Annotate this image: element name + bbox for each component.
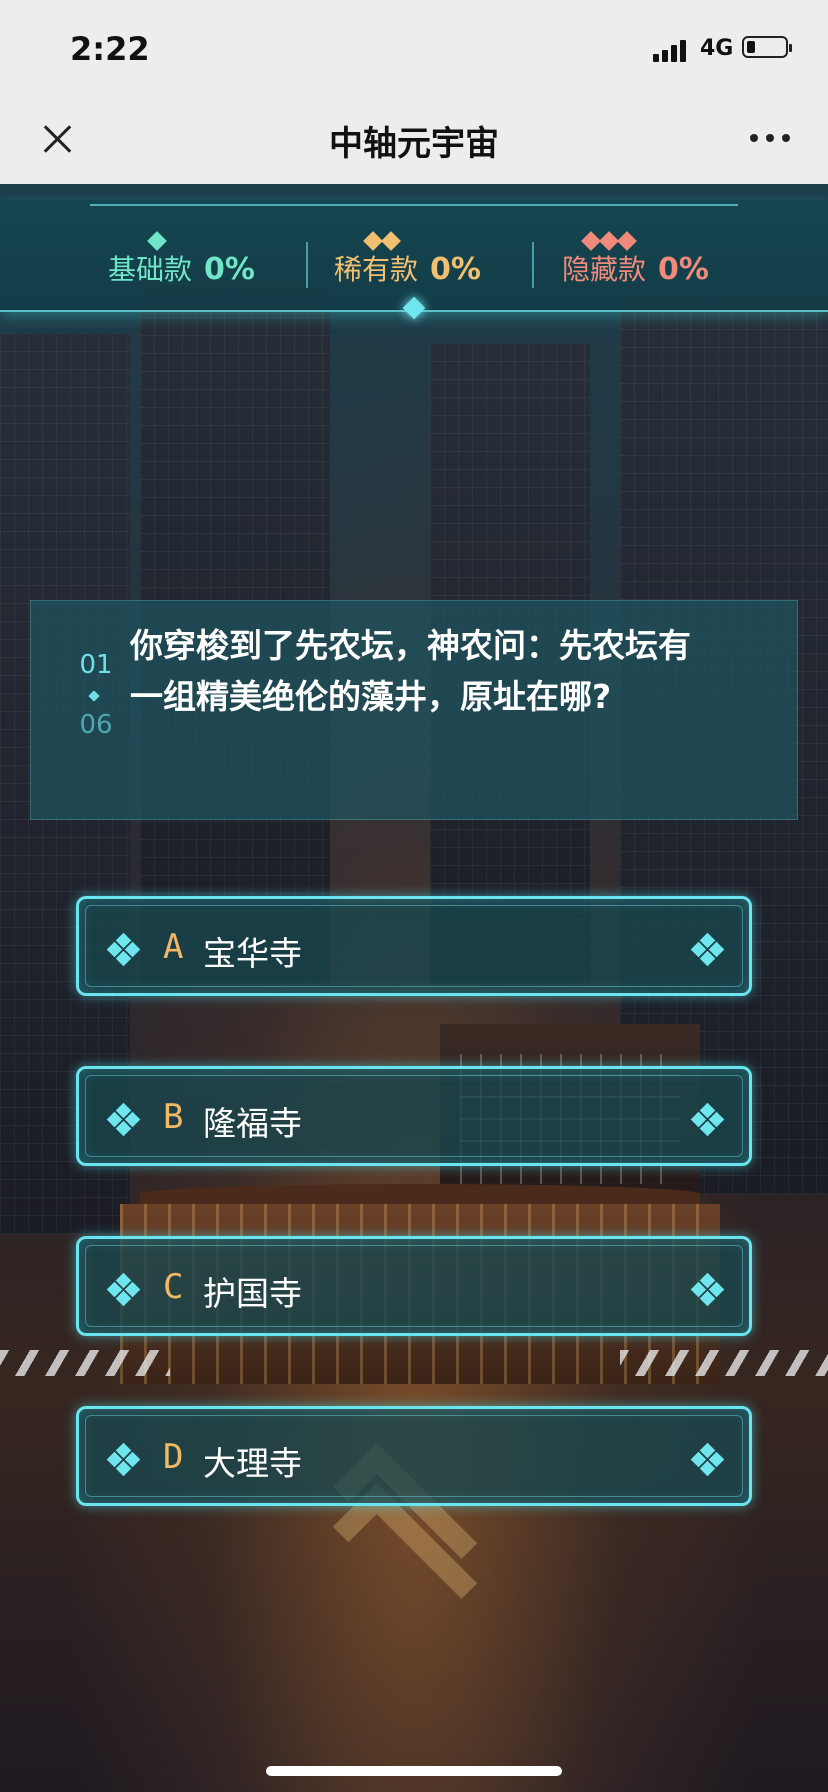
- diamond-icon: [690, 1102, 725, 1137]
- more-icon[interactable]: [750, 134, 794, 144]
- counter-value: 0%: [658, 252, 709, 287]
- divider: [532, 242, 534, 288]
- temple-roof: [140, 1184, 700, 1204]
- divider: [306, 242, 308, 288]
- option-letter: D: [163, 1437, 184, 1477]
- home-indicator[interactable]: [266, 1766, 562, 1776]
- signal-icon: [653, 38, 693, 62]
- option-letter: C: [163, 1267, 184, 1307]
- counter-value: 0%: [430, 252, 481, 287]
- diamond-icon: [690, 1442, 725, 1477]
- battery-icon: [742, 36, 792, 58]
- road-stripe: [620, 1350, 828, 1376]
- option-c-button[interactable]: C 护国寺: [76, 1236, 752, 1336]
- option-text: 大理寺: [203, 1444, 302, 1483]
- option-letter: A: [163, 927, 184, 967]
- road-stripe: [0, 1350, 170, 1376]
- diamond-icon: [106, 1102, 141, 1137]
- nav-bar: 中轴元宇宙: [0, 92, 828, 184]
- option-text: 护国寺: [203, 1274, 302, 1313]
- question-total: 06: [79, 710, 113, 740]
- diamond-icon: [106, 1442, 141, 1477]
- option-text: 宝华寺: [203, 934, 302, 973]
- collection-counter-panel: 基础款 0% 稀有款 0% 隐藏款 0%: [0, 200, 828, 312]
- diamond-icon: [106, 932, 141, 967]
- counter-basic: 基础款 0%: [108, 248, 255, 288]
- dot-icon: [88, 690, 100, 702]
- counter-hidden: 隐藏款 0%: [562, 248, 709, 288]
- network-type: 4G: [700, 36, 734, 61]
- question-number: 01: [79, 650, 113, 680]
- counter-label: 基础款: [108, 253, 193, 286]
- counter-rare: 稀有款 0%: [334, 248, 481, 288]
- question-text: 你穿梭到了先农坛，神农问：先农坛有一组精美绝伦的藻井，原址在哪?: [130, 626, 691, 716]
- diamond-icon: [690, 932, 725, 967]
- option-b-button[interactable]: B 隆福寺: [76, 1066, 752, 1166]
- option-letter: B: [163, 1097, 184, 1137]
- diamond-icon: [690, 1272, 725, 1307]
- option-d-button[interactable]: D 大理寺: [76, 1406, 752, 1506]
- diamond-icon: [106, 1272, 141, 1307]
- counter-value: 0%: [204, 252, 255, 287]
- option-text: 隆福寺: [203, 1104, 302, 1143]
- status-time: 2:22: [70, 30, 150, 68]
- counter-label: 隐藏款: [562, 253, 647, 286]
- page-title: 中轴元宇宙: [329, 124, 499, 164]
- question-panel: 01 06 你穿梭到了先农坛，神农问：先农坛有一组精美绝伦的藻井，原址在哪?: [30, 600, 798, 820]
- option-a-button[interactable]: A 宝华寺: [76, 896, 752, 996]
- status-bar: 2:22 4G: [0, 0, 828, 92]
- counter-label: 稀有款: [334, 253, 419, 286]
